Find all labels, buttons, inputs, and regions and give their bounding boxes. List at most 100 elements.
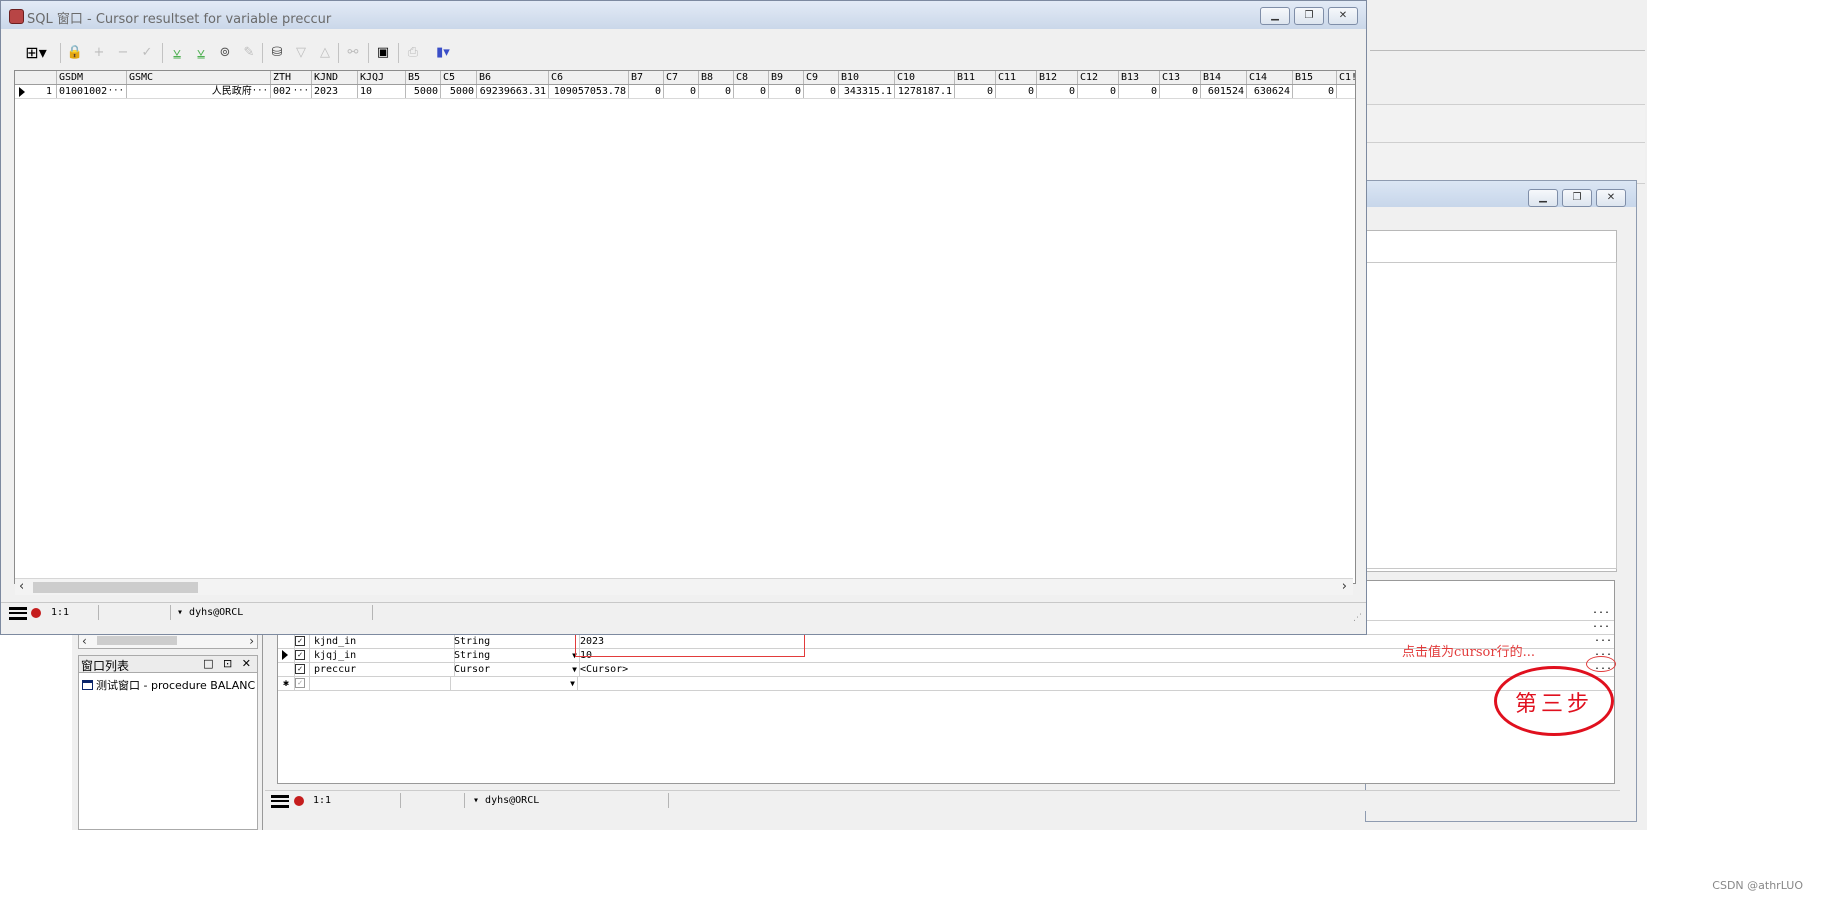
maximize-icon[interactable]: ❐	[1294, 7, 1324, 25]
row-ellipsis-button[interactable]: ...	[1592, 621, 1610, 631]
param-enabled-checkbox[interactable]: ✓	[295, 664, 305, 674]
close-icon[interactable]: ✕	[1328, 7, 1358, 25]
param-row-cursor[interactable]: ✓ preccur Cursor ▼ <Cursor>...	[278, 663, 1614, 677]
scroll-right-icon[interactable]: ›	[249, 634, 254, 648]
column-header-b15[interactable]: B15	[1293, 71, 1337, 84]
test-window-source-editor[interactable]	[1365, 262, 1617, 569]
grid-cell[interactable]: 601524	[1201, 85, 1247, 98]
test-window-titlebar[interactable]: ▁ ❐ ✕	[1366, 181, 1636, 207]
grid-cell[interactable]: 0	[664, 85, 699, 98]
column-header-b12[interactable]: B12	[1037, 71, 1078, 84]
param-row-new[interactable]: ✱ ✓ ▼	[278, 677, 1614, 691]
grid-view-icon[interactable]: ⊞▾	[20, 43, 52, 63]
sort-descending-button[interactable]: ▽	[292, 43, 310, 63]
sort-ascending-button[interactable]: △	[316, 43, 334, 63]
column-header-b6[interactable]: B6	[477, 71, 549, 84]
fetch-next-page-button[interactable]: ⩣	[168, 43, 186, 63]
cell-ellipsis-button[interactable]: ···	[252, 85, 268, 98]
row-ellipsis-button[interactable]: ...	[1592, 607, 1610, 617]
grid-cell[interactable]: 0	[734, 85, 769, 98]
grid-cell[interactable]: 1278187.1	[895, 85, 955, 98]
scroll-left-icon[interactable]: ‹	[19, 579, 24, 595]
cell-ellipsis-button[interactable]: ···	[293, 85, 309, 98]
column-header-c12[interactable]: C12	[1078, 71, 1119, 84]
delete-record-button[interactable]: −	[114, 43, 132, 63]
column-header-b14[interactable]: B14	[1201, 71, 1247, 84]
column-header-c14[interactable]: C14	[1247, 71, 1293, 84]
row-ellipsis-button[interactable]: ...	[1594, 635, 1612, 645]
minimize-icon[interactable]: ▁	[1528, 189, 1558, 207]
minimize-icon[interactable]: ▁	[1260, 7, 1290, 25]
fetch-last-page-button[interactable]: ⩣	[192, 43, 210, 63]
param-type[interactable]: String	[452, 635, 580, 648]
grid-cell[interactable]: 0	[699, 85, 734, 98]
grid-cell[interactable]: 0	[1119, 85, 1160, 98]
column-header-c5[interactable]: C5	[441, 71, 477, 84]
grid-cell[interactable]: 630624	[1247, 85, 1293, 98]
chevron-down-icon[interactable]: ▼	[572, 663, 577, 676]
param-value[interactable]: <Cursor>...	[578, 663, 1614, 676]
column-header-c11[interactable]: C11	[996, 71, 1037, 84]
scrollbar-thumb[interactable]	[97, 636, 177, 645]
close-icon[interactable]: ✕	[1596, 189, 1626, 207]
grid-cell[interactable]: 69239663.31	[477, 85, 549, 98]
grid-cell[interactable]: 0	[1293, 85, 1337, 98]
grid-cell[interactable]: ··· 人民政府	[127, 85, 271, 98]
grid-cell[interactable]: 0	[804, 85, 839, 98]
column-header-c6[interactable]: C6	[549, 71, 629, 84]
column-header-kjnd[interactable]: KJND	[312, 71, 358, 84]
column-header-kjqj[interactable]: KJQJ	[358, 71, 406, 84]
grid-cell[interactable]: 0	[1078, 85, 1119, 98]
grid-cell[interactable]: 0	[1037, 85, 1078, 98]
column-header-b13[interactable]: B13	[1119, 71, 1160, 84]
column-header-c9[interactable]: C9	[804, 71, 839, 84]
grid-cell[interactable]	[1337, 85, 1355, 98]
param-enabled-checkbox[interactable]: ✓	[295, 650, 305, 660]
resize-grip-icon[interactable]: ⋰	[1353, 613, 1362, 623]
param-enabled-checkbox[interactable]: ✓	[295, 636, 305, 646]
cell-ellipsis-button[interactable]: ···	[108, 85, 124, 98]
grid-cell[interactable]: 343315.1	[839, 85, 895, 98]
printer-icon[interactable]: ⎙	[404, 43, 422, 63]
column-header-b10[interactable]: B10	[839, 71, 895, 84]
column-header-b9[interactable]: B9	[769, 71, 804, 84]
column-header-b11[interactable]: B11	[955, 71, 996, 84]
panel-pin-close-icons[interactable]: □ ⊡ ✕	[203, 657, 254, 670]
grid-cell[interactable]: 2023	[312, 85, 358, 98]
maximize-icon[interactable]: ❐	[1562, 189, 1592, 207]
scroll-right-icon[interactable]: ›	[1342, 579, 1347, 595]
add-record-button[interactable]: +	[90, 43, 108, 63]
grid-cell[interactable]: 5000	[406, 85, 441, 98]
column-header-c13[interactable]: C13	[1160, 71, 1201, 84]
param-type[interactable]: Cursor ▼	[452, 663, 580, 676]
lock-icon[interactable]: 🔒	[66, 43, 84, 63]
param-type[interactable]: String ▼	[452, 649, 580, 662]
eraser-icon[interactable]: ✎	[240, 43, 258, 63]
column-header-c10[interactable]: C10	[895, 71, 955, 84]
floppy-disk-icon[interactable]: ▣	[374, 43, 392, 63]
grid-cell[interactable]: ··· 002	[271, 85, 312, 98]
chevron-down-icon[interactable]: ▼	[570, 677, 575, 690]
param-type[interactable]: ▼	[452, 677, 578, 690]
link-icon[interactable]: ⚯	[344, 43, 362, 63]
column-header-gsdm[interactable]: GSDM	[57, 71, 127, 84]
column-header-b8[interactable]: B8	[699, 71, 734, 84]
connection-selector[interactable]: ▾ dyhs@ORCL	[173, 605, 373, 620]
grid-cell[interactable]: 0	[1160, 85, 1201, 98]
grid-cell[interactable]: 5000	[441, 85, 477, 98]
grid-cell[interactable]: 0	[769, 85, 804, 98]
column-header-b5[interactable]: B5	[406, 71, 441, 84]
query-by-example-icon[interactable]: ⛁	[268, 43, 286, 63]
binoculars-icon[interactable]: ⊚	[216, 43, 234, 63]
grid-cell[interactable]: 109057053.78	[549, 85, 629, 98]
column-header-c7[interactable]: C7	[664, 71, 699, 84]
result-grid-scrollbar[interactable]: ‹ ›	[15, 578, 1353, 595]
column-header-zth[interactable]: ZTH	[271, 71, 312, 84]
param-enabled-checkbox[interactable]: ✓	[295, 678, 305, 688]
sql-window-app-icon[interactable]	[9, 9, 24, 24]
side-panel-scrollbar[interactable]: ‹ ›	[78, 633, 258, 649]
grid-cell[interactable]: 10	[358, 85, 406, 98]
grid-cell[interactable]: 0	[996, 85, 1037, 98]
column-header-b7[interactable]: B7	[629, 71, 664, 84]
connection-selector[interactable]: ▾ dyhs@ORCL	[469, 793, 669, 808]
